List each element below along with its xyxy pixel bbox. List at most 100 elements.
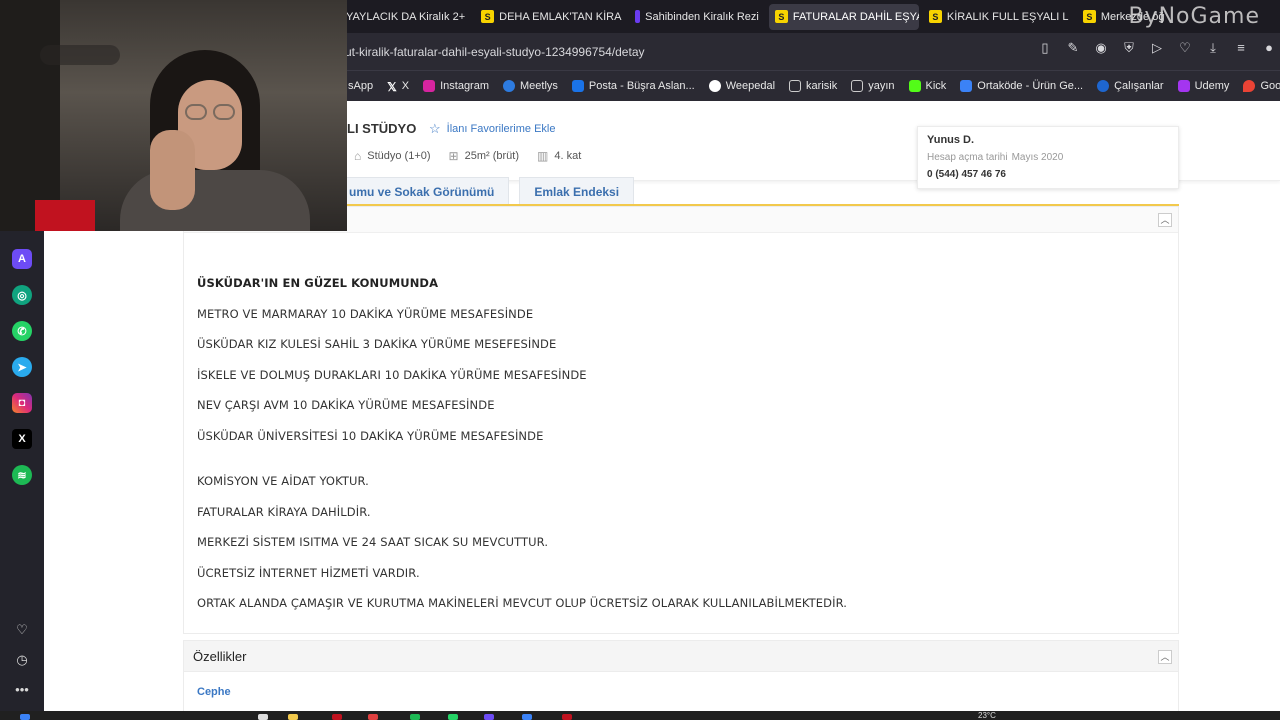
- sahibinden-favicon-icon: S: [481, 10, 495, 23]
- bookmark-item[interactable]: Instagram: [423, 80, 489, 92]
- aria-icon[interactable]: A: [12, 249, 32, 269]
- taskbar-app-icon[interactable]: [562, 714, 572, 720]
- bookmark-label: Kick: [925, 80, 947, 92]
- bookmark-label: Weepedal: [725, 80, 776, 92]
- trello-icon: [960, 80, 973, 92]
- bookmark-item[interactable]: Kick: [908, 80, 947, 92]
- edit-icon[interactable]: ✎: [1066, 41, 1080, 55]
- reader-icon[interactable]: ▯: [1038, 41, 1052, 55]
- bookmark-item[interactable]: sApp: [348, 80, 373, 92]
- folder-icon: [789, 80, 802, 92]
- browser-tab[interactable]: YAYLACIK DA Kiralık 2+: [340, 4, 471, 30]
- sahibinden-favicon-icon: S: [928, 10, 942, 23]
- bookmark-label: Meetlys: [520, 80, 558, 92]
- description-heading: ÜSKÜDAR'IN EN GÜZEL KONUMUNDA: [197, 276, 439, 290]
- history-icon[interactable]: ◷: [16, 652, 27, 668]
- browser-tab[interactable]: S KİRALIK FULL EŞYALI L: [923, 4, 1073, 30]
- folder-icon[interactable]: [288, 714, 298, 720]
- calisanlar-icon: [1097, 80, 1110, 92]
- description-body: ÜSKÜDAR'IN EN GÜZEL KONUMUNDA METRO VE M…: [184, 233, 1178, 627]
- browser-tab-active[interactable]: S FATURALAR DAHİL EŞYALI: [768, 3, 919, 30]
- heart-icon[interactable]: ♡: [16, 622, 28, 638]
- windows-start-icon[interactable]: [20, 714, 30, 720]
- webcam-person-hand: [150, 130, 195, 210]
- tab-street-view[interactable]: umu ve Sokak Görünümü: [334, 177, 510, 205]
- url-text[interactable]: ut-kiralik-faturalar-dahil-esyali-studyo…: [345, 45, 645, 59]
- whatsapp-icon[interactable]: ✆: [12, 321, 32, 341]
- spotify-icon[interactable]: ≋: [12, 465, 32, 485]
- bookmark-item[interactable]: Google Haritalar: [1243, 80, 1280, 92]
- description-line: ÜCRETSİZ İNTERNET HİZMETİ VARDIR.: [197, 565, 420, 580]
- glasses-icon: [213, 104, 235, 120]
- bookmark-folder[interactable]: yayın: [851, 80, 895, 92]
- webcam-background-shape: [35, 200, 95, 231]
- bookmark-item[interactable]: Udemy: [1177, 80, 1229, 92]
- description-line: ÜSKÜDAR ÜNİVERSİTESİ 10 DAKİKA YÜRÜME ME…: [197, 428, 544, 443]
- tab-label: YAYLACIK DA Kiralık 2+: [346, 10, 466, 23]
- collapse-icon[interactable]: ︿: [1158, 650, 1172, 664]
- telegram-icon[interactable]: ➤: [12, 357, 32, 377]
- taskbar-app-icon[interactable]: [332, 714, 342, 720]
- description-line: ORTAK ALANDA ÇAMAŞIR VE KURUTMA MAKİNELE…: [197, 596, 848, 610]
- bookmark-item[interactable]: Meetlys: [503, 80, 558, 92]
- instagram-icon[interactable]: ◘: [12, 393, 32, 413]
- camera-icon[interactable]: ◉: [1094, 41, 1108, 55]
- taskbar-app-icon[interactable]: [484, 714, 494, 720]
- outlook-icon: [571, 80, 584, 92]
- taskbar-app-icon[interactable]: [448, 714, 458, 720]
- taskbar-app-icon[interactable]: [258, 714, 268, 720]
- collapse-icon[interactable]: ︿: [1158, 213, 1172, 227]
- taskbar-app-icon[interactable]: [368, 714, 378, 720]
- bookmark-item[interactable]: Posta - Büşra Aslan...: [571, 80, 695, 92]
- more-icon[interactable]: •••: [15, 682, 29, 697]
- browser-tab[interactable]: Sahibinden Kiralık Rezi: [629, 4, 765, 30]
- feature-group-cephe: Cephe: [197, 686, 231, 698]
- area-icon: ⊞: [448, 149, 459, 163]
- tab-emlak-endeksi[interactable]: Emlak Endeksi: [519, 177, 635, 205]
- add-favorite-link[interactable]: ☆ İlanı Favorilerime Ekle: [429, 121, 555, 137]
- x-icon[interactable]: X: [12, 429, 32, 449]
- bookmark-item[interactable]: Ortaköde - Ürün Ge...: [960, 80, 1083, 92]
- sahibinden-favicon-icon: S: [1082, 10, 1096, 23]
- bookmark-label: karisik: [806, 80, 838, 92]
- taskbar-app-icon[interactable]: [522, 714, 532, 720]
- play-icon[interactable]: ▷: [1150, 41, 1164, 55]
- description-line: FATURALAR KİRAYA DAHİLDİR.: [197, 504, 371, 519]
- seller-card: Yunus D. Hesap açma tarihi Mayıs 2020 0 (…: [917, 126, 1179, 189]
- room-icon: ⌂: [354, 149, 362, 163]
- bookmark-label: Instagram: [440, 80, 490, 92]
- tab-label: KİRALIK FULL EŞYALI L: [946, 10, 1069, 23]
- tab-label: FATURALAR DAHİL EŞYALI: [792, 10, 919, 23]
- shield-icon[interactable]: ⛨: [1122, 41, 1136, 55]
- bookmark-label: Posta - Büşra Aslan...: [588, 80, 695, 92]
- bookmark-label: yayın: [868, 80, 895, 92]
- seller-since-value: Mayıs 2020: [1011, 152, 1064, 163]
- description-line: İSKELE VE DOLMUŞ DURAKLARI 10 DAKİKA YÜR…: [197, 367, 587, 382]
- download-icon[interactable]: ⤓: [1206, 41, 1220, 55]
- google-maps-icon: [1243, 80, 1256, 92]
- features-panel-header[interactable]: Özellikler ︿: [184, 641, 1178, 672]
- taskbar-app-icon[interactable]: [410, 714, 420, 720]
- bookmark-folder[interactable]: karisik: [789, 80, 837, 92]
- udemy-icon: [1177, 80, 1190, 92]
- page-tabs: umu ve Sokak Görünümü Emlak Endeksi: [334, 177, 644, 205]
- bookmark-item[interactable]: 𝕏X: [387, 80, 409, 94]
- chatgpt-icon[interactable]: ◎: [12, 285, 32, 305]
- browser-tab[interactable]: S DEHA EMLAK'TAN KİRA: [475, 4, 625, 30]
- listing-title: LI STÜDYO: [347, 121, 417, 136]
- seller-name[interactable]: Yunus D.: [927, 134, 1169, 146]
- os-taskbar: 23°C: [0, 711, 1280, 720]
- profile-icon[interactable]: ●: [1262, 41, 1276, 55]
- seller-phone[interactable]: 0 (544) 457 46 76: [927, 169, 1169, 180]
- description-line: MERKEZİ SİSTEM ISITMA VE 24 SAAT SICAK S…: [197, 535, 549, 549]
- webcam-person-shoulders: [120, 170, 310, 231]
- heart-icon[interactable]: ♡: [1178, 41, 1192, 55]
- sidebar-bottom: ♡ ◷ •••: [0, 622, 44, 697]
- menu-icon[interactable]: ≡: [1234, 41, 1248, 55]
- folder-icon: [851, 80, 864, 92]
- bookmark-item[interactable]: Çalışanlar: [1097, 80, 1164, 92]
- x-logo-icon: 𝕏: [387, 80, 397, 94]
- bookmark-item[interactable]: Weepedal: [708, 80, 776, 92]
- weather-temperature[interactable]: 23°C: [978, 711, 996, 720]
